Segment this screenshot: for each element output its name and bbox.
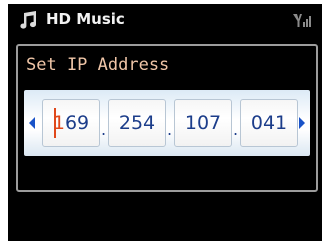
- ip-octet-1[interactable]: 169: [42, 99, 100, 147]
- ip-settings-panel: Set IP Address 169 . 254 . 107 . 041: [16, 44, 318, 192]
- octet-rest-digits: 69: [64, 112, 90, 134]
- text-cursor: [54, 108, 56, 138]
- ip-separator: .: [101, 120, 107, 139]
- ip-separator: .: [233, 120, 239, 139]
- ip-octet-4[interactable]: 041: [240, 99, 298, 147]
- status-bar: HD Music: [8, 4, 322, 34]
- set-ip-label: Set IP Address: [26, 55, 170, 75]
- arrow-left-icon[interactable]: [29, 117, 35, 129]
- ip-octet-2[interactable]: 254: [108, 99, 166, 147]
- ip-address-editor[interactable]: 169 . 254 . 107 . 041: [24, 90, 310, 156]
- app-title: HD Music: [46, 10, 125, 28]
- wifi-signal-icon: [293, 14, 311, 27]
- display-screen: HD Music Set IP Address 169 . 254 . 107: [8, 4, 322, 241]
- ip-octet-3[interactable]: 107: [174, 99, 232, 147]
- ip-separator: .: [167, 120, 173, 139]
- arrow-right-icon[interactable]: [299, 117, 305, 129]
- music-note-icon: [20, 11, 37, 29]
- device-frame: HD Music Set IP Address 169 . 254 . 107: [0, 0, 328, 245]
